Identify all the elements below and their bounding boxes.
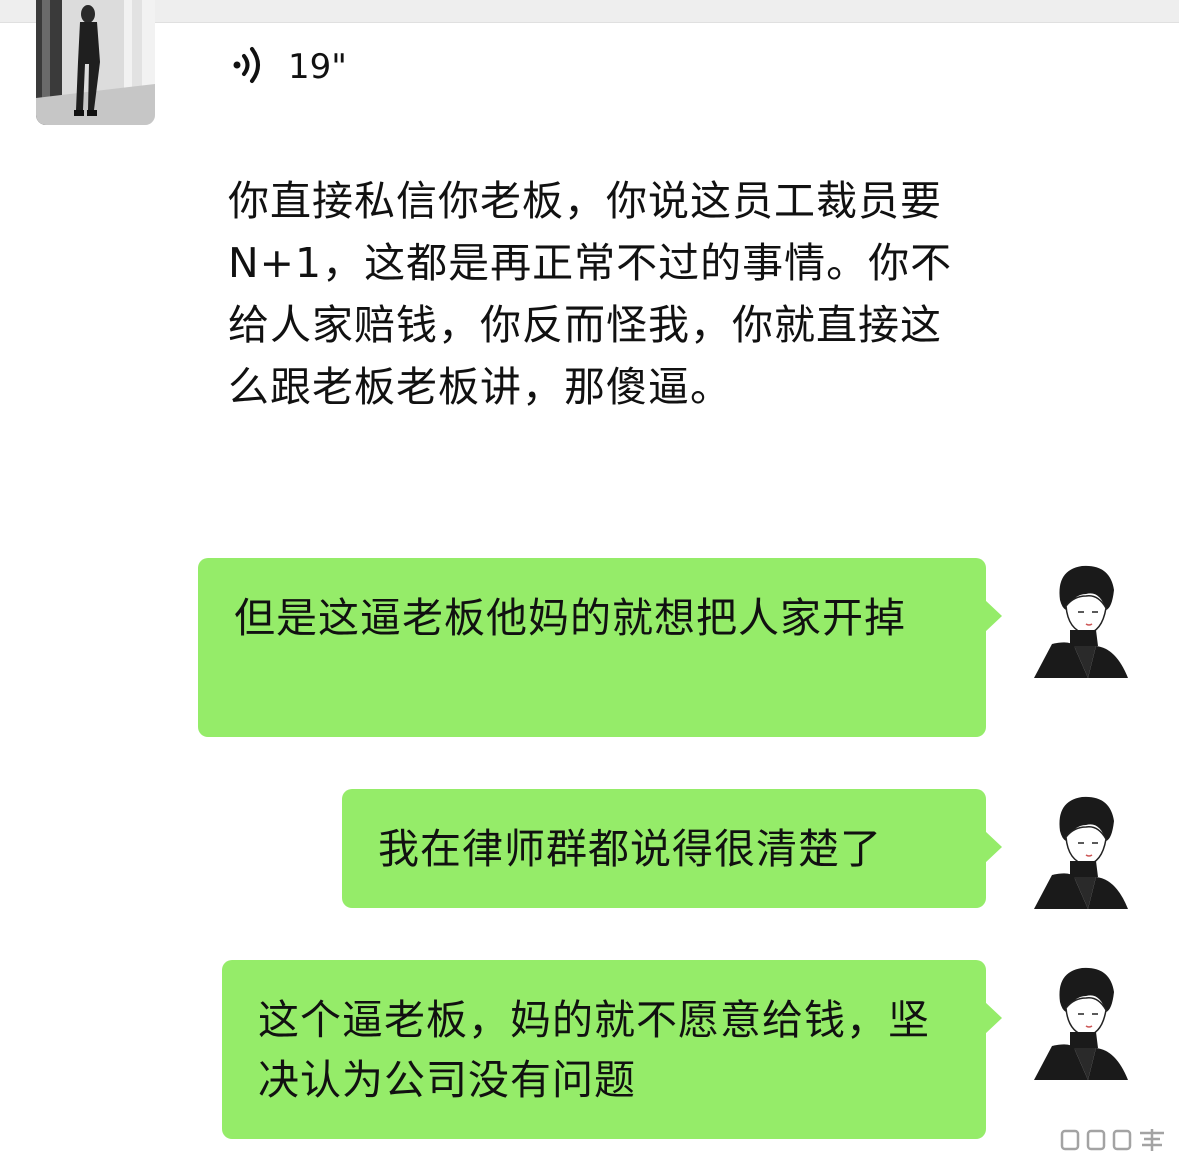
voice-duration: 19" [288,47,347,87]
voice-transcript: 你直接私信你老板，你说这员工裁员要N+1，这都是再正常不过的事情。你不给人家赔钱… [228,177,953,411]
message-text: 这个逼老板，妈的就不愿意给钱，坚决认为公司没有问题 [258,996,930,1104]
outgoing-message-bubble[interactable]: 我在律师群都说得很清楚了 [342,789,1002,908]
my-avatar[interactable] [1030,962,1132,1080]
message-text: 但是这逼老板他妈的就想把人家开掉 [234,594,906,642]
voice-wave-icon [230,45,266,89]
outgoing-message-bubble[interactable]: 这个逼老板，妈的就不愿意给钱，坚决认为公司没有问题 [222,960,1002,1139]
top-bar [0,0,1179,23]
voice-message[interactable]: 19" [230,44,347,90]
watermark-logo [1060,1125,1170,1155]
contact-avatar[interactable] [36,0,155,125]
my-avatar[interactable] [1030,560,1132,678]
my-avatar[interactable] [1030,791,1132,909]
message-text: 我在律师群都说得很清楚了 [378,825,882,873]
outgoing-message-bubble[interactable]: 但是这逼老板他妈的就想把人家开掉 [198,558,1002,737]
